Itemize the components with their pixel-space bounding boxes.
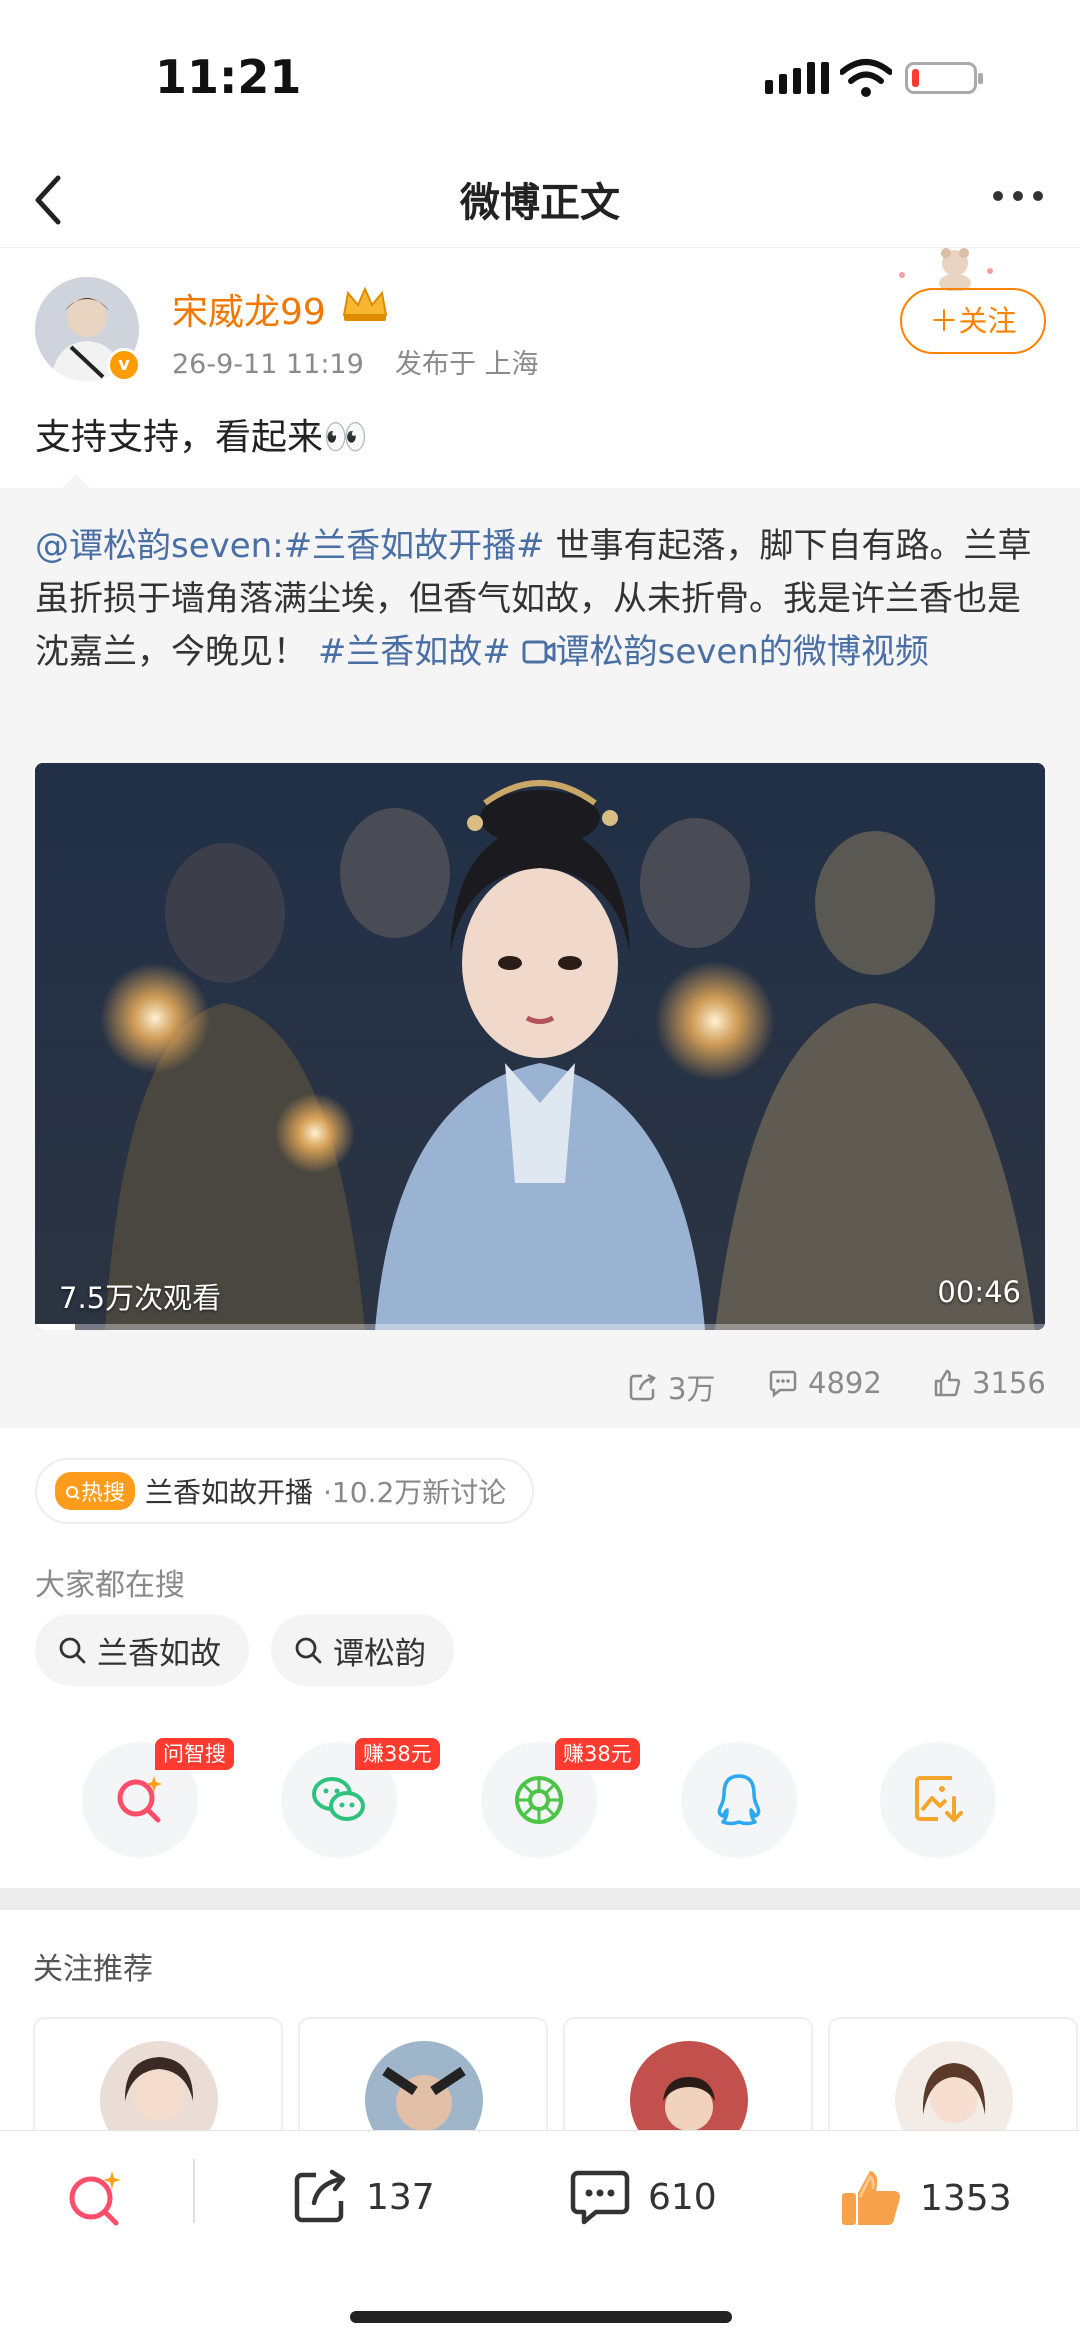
hot-search-badge: 热搜 — [55, 1472, 136, 1510]
comment-button[interactable]: 610 — [568, 2167, 717, 2227]
repost-like-count: 3156 — [972, 1366, 1046, 1400]
thumbs-up-icon — [842, 2171, 901, 2225]
more-icon[interactable] — [990, 188, 1046, 204]
repost-icon — [629, 1373, 656, 1401]
recommend-heading: 关注推荐 — [33, 1952, 153, 1987]
share-badge: 赚38元 — [555, 1738, 640, 1770]
like-button[interactable]: 1353 — [838, 2167, 1012, 2229]
video-progress-fill — [35, 1324, 76, 1330]
post-meta: 26-9-11 11:19 发布于 上海 — [172, 342, 539, 381]
hot-search-pill[interactable]: 热搜 兰香如故开播 ·10.2万新讨论 — [35, 1458, 535, 1524]
search-chip-label: 兰香如故 — [97, 1635, 221, 1672]
video-progress-bar[interactable] — [35, 1324, 1045, 1330]
wifi-icon — [840, 59, 892, 97]
recommend-card[interactable] — [828, 2017, 1078, 2159]
ai-search-icon — [117, 1776, 162, 1823]
verified-badge-icon: v — [107, 348, 141, 382]
repost-text[interactable]: @谭松韵seven:#兰香如故开播# 世事有起落，脚下自有路。兰草虽折损于墙角落… — [35, 520, 1045, 679]
video-thumbnail — [35, 763, 1045, 1330]
search-chip-label: 谭松韵 — [333, 1635, 426, 1672]
repost-share-count: 3万 — [668, 1372, 716, 1406]
follow-button[interactable]: ＋关注 — [900, 288, 1046, 354]
mention-link[interactable]: @谭松韵seven: — [35, 526, 284, 566]
share-badge: 问智搜 — [155, 1738, 234, 1770]
post-location: 发布于 上海 — [394, 349, 539, 380]
thumbs-up-icon — [934, 1369, 961, 1397]
section-divider — [0, 1888, 1080, 1910]
search-icon — [66, 1486, 80, 1500]
comment-icon — [570, 2170, 630, 2225]
post-date: 26-9-11 11:19 — [172, 349, 364, 380]
share-qq-button[interactable] — [681, 1742, 797, 1858]
qq-icon — [717, 1774, 761, 1826]
moments-icon — [515, 1776, 563, 1824]
bottom-action-bar: 137 610 1353 — [0, 2130, 1080, 2347]
search-section-heading: 大家都在搜 — [35, 1568, 185, 1603]
bear-decoration-icon — [899, 248, 993, 291]
video-camera-icon — [522, 640, 556, 664]
repost-notch — [62, 474, 90, 488]
video-link-label: 谭松韵seven的微博视频 — [555, 632, 929, 672]
username[interactable]: 宋威龙99 — [172, 283, 326, 335]
hot-search-discussions: ·10.2万新讨论 — [323, 1476, 507, 1509]
share-save-image-button[interactable] — [880, 1742, 996, 1858]
like-count: 1353 — [920, 2177, 1012, 2219]
search-chip[interactable]: 谭松韵 — [271, 1614, 454, 1686]
page-title: 微博正文 — [460, 180, 620, 226]
hot-search-badge-label: 热搜 — [81, 1481, 126, 1506]
home-indicator[interactable] — [350, 2311, 732, 2323]
recommend-card[interactable] — [298, 2017, 548, 2159]
repost-like-stat[interactable]: 3156 — [932, 1366, 1046, 1400]
status-time: 11:21 — [155, 50, 302, 104]
save-image-icon — [915, 1776, 963, 1822]
comment-icon — [769, 1370, 797, 1398]
battery-level — [912, 69, 919, 87]
post-text: 支持支持，看起来👀 — [35, 417, 368, 458]
bottom-bar-separator — [193, 2159, 195, 2223]
nav-bar: 微博正文 — [0, 150, 1080, 248]
video-view-count: 7.5万次观看 — [59, 1281, 222, 1315]
status-bar: 11:21 — [0, 0, 1080, 150]
repost-count: 137 — [366, 2176, 435, 2218]
repost-comment-count: 4892 — [808, 1366, 882, 1400]
hashtag-link[interactable]: #兰香如故开播# — [284, 526, 545, 566]
battery-icon — [905, 62, 983, 94]
repost-share-stat[interactable]: 3万 — [628, 1366, 715, 1408]
video-duration: 00:46 — [937, 1275, 1021, 1309]
crown-icon — [342, 286, 388, 321]
repost-button[interactable]: 137 — [290, 2167, 435, 2227]
search-icon — [59, 1637, 86, 1664]
hashtag-link[interactable]: #兰香如故# — [318, 632, 511, 672]
wechat-icon — [312, 1777, 365, 1821]
cellular-signal-icon — [765, 62, 829, 94]
repost-comment-stat[interactable]: 4892 — [768, 1366, 882, 1400]
share-badge: 赚38元 — [355, 1738, 440, 1770]
search-icon — [295, 1637, 322, 1664]
video-link[interactable]: 谭松韵seven的微博视频 — [522, 632, 929, 672]
recommend-card[interactable] — [33, 2017, 283, 2159]
hot-search-topic: 兰香如故开播 — [145, 1476, 314, 1509]
ai-search-icon[interactable] — [62, 2165, 128, 2231]
comment-count: 610 — [648, 2176, 717, 2218]
video-player[interactable]: 7.5万次观看 00:46 — [35, 763, 1045, 1330]
search-chip[interactable]: 兰香如故 — [35, 1614, 249, 1686]
repost-icon — [294, 2169, 346, 2223]
recommend-card[interactable] — [563, 2017, 813, 2159]
